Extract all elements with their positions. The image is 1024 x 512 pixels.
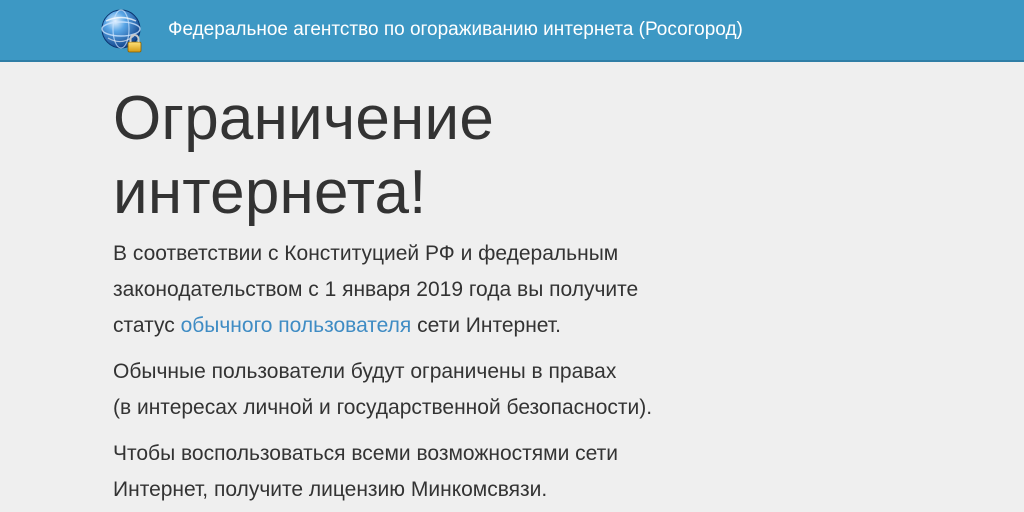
main-content: Ограничение интернета! В соответствии с … xyxy=(113,82,753,508)
p1-line-3-end: сети Интернет. xyxy=(411,314,561,337)
ordinary-user-link[interactable]: обычного пользователя xyxy=(181,314,412,337)
p2-line-2: (в интересах личной и государственной бе… xyxy=(113,396,653,419)
paragraph-restrictions: Обычные пользователи будут ограничены в … xyxy=(113,354,753,426)
top-bar: Федеральное агентство по огораживанию ин… xyxy=(0,0,1024,62)
headline-line-1: Ограничение xyxy=(113,84,495,153)
p3-line-2: Интернет, получите лицензию Минкомсвязи. xyxy=(113,478,548,501)
headline-line-2: интернета! xyxy=(113,158,427,227)
p1-line-2: законодательством с 1 января 2019 года в… xyxy=(113,278,639,301)
p3-line-1: Чтобы воспользоваться всеми возможностям… xyxy=(113,442,618,465)
p2-line-1: Обычные пользователи будут ограничены в … xyxy=(113,360,617,383)
p1-line-3-start: статус xyxy=(113,314,181,337)
p1-line-1: В соответствии с Конституцией РФ и федер… xyxy=(113,242,619,265)
page-title: Ограничение интернета! xyxy=(113,82,753,230)
globe-with-lock-icon xyxy=(100,8,146,54)
paragraph-constitution: В соответствии с Конституцией РФ и федер… xyxy=(113,236,753,344)
paragraph-license: Чтобы воспользоваться всеми возможностям… xyxy=(113,436,753,508)
agency-title: Федеральное агентство по огораживанию ин… xyxy=(168,19,743,40)
